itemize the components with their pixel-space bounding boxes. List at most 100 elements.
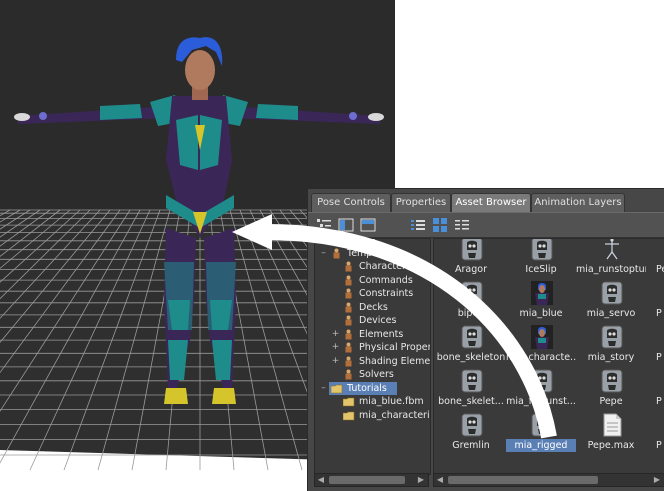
tree-list-icon[interactable] — [316, 217, 332, 233]
thumbnail-view-icon[interactable] — [432, 217, 448, 233]
tab-animation-layers[interactable]: Animation Layers — [531, 193, 625, 212]
tree-item[interactable]: – Templates — [321, 247, 430, 260]
tree-item[interactable]: Solvers — [341, 368, 430, 381]
figure-icon — [345, 369, 352, 380]
tab-properties[interactable]: Properties — [391, 193, 451, 212]
folder-icon — [343, 397, 355, 407]
tab-pose-controls[interactable]: Pose Controls — [311, 193, 391, 212]
tree-item[interactable]: + Physical Properties — [332, 341, 430, 354]
asset-label: P — [656, 440, 662, 451]
asset-label: mia_blue — [519, 308, 563, 319]
asset-label: P — [656, 352, 662, 363]
figure-icon — [345, 288, 352, 299]
asset-label: mia_characte... — [506, 352, 576, 363]
skeleton-asset-icon — [605, 239, 619, 260]
asset-grid[interactable]: Aragor IceSlip mia_runstoptur Pe biped mia_bl… — [433, 238, 664, 475]
scroll-left-icon[interactable]: ◀ — [435, 475, 445, 485]
tree-item-label: Devices — [359, 315, 397, 326]
asset-label: mia_fk_runst... — [506, 396, 576, 407]
asset-label: mia_servo — [586, 308, 636, 319]
tree-item-label: Shading Elements — [359, 355, 431, 367]
detail-view-icon[interactable] — [454, 217, 470, 233]
scroll-right-icon[interactable]: ▶ — [416, 475, 426, 485]
asset-item[interactable]: mia_rigged — [506, 411, 576, 455]
collapse-icon[interactable]: – — [319, 248, 328, 258]
scroll-left-icon[interactable]: ◀ — [316, 475, 326, 485]
tree-item-label: Constraints — [359, 288, 414, 299]
tree-item-label: Tutorials — [347, 382, 387, 394]
scroll-right-icon[interactable]: ▶ — [652, 475, 662, 485]
asset-item[interactable]: P — [646, 323, 664, 367]
asset-label: mia_runstoptur — [576, 264, 646, 275]
asset-item[interactable]: Gremlin — [436, 411, 506, 455]
tree-item-label: Characters — [359, 261, 411, 272]
asset-label: IceSlip — [525, 264, 557, 275]
asset-item[interactable]: mia_blue — [506, 279, 576, 323]
expand-icon[interactable]: + — [331, 329, 340, 339]
tree-item[interactable]: Devices — [341, 314, 430, 327]
asset-item[interactable]: IceSlip — [506, 239, 576, 279]
tree-scroll-thumb[interactable] — [329, 476, 405, 484]
character-asset-icon — [461, 413, 483, 437]
tree-item[interactable]: Lights — [329, 238, 430, 246]
figure-icon — [345, 315, 352, 326]
collapse-icon[interactable]: – — [319, 383, 328, 393]
tree-item[interactable]: Constraints — [341, 287, 430, 300]
asset-item[interactable]: P — [646, 279, 664, 323]
folder-tree[interactable]: Lights – Templates Characters Commands Constr… — [314, 238, 431, 475]
asset-item[interactable]: mia_servo — [576, 279, 646, 323]
grid-scroll-thumb[interactable] — [448, 476, 598, 484]
asset-item[interactable]: mia_fk_runst... — [506, 367, 576, 411]
tree-item-label: Lights — [347, 238, 376, 245]
character-asset-icon — [601, 325, 623, 349]
asset-item[interactable]: bone_skelet... — [436, 367, 506, 411]
asset-label: P — [656, 308, 662, 319]
tree-item[interactable]: + Shading Elements — [332, 355, 431, 368]
asset-item[interactable]: Pe — [646, 239, 664, 279]
tree-item-label: Decks — [359, 301, 388, 313]
asset-browser-panel: Pose Controls Properties Asset Browser A… — [307, 188, 664, 491]
document-icon — [603, 413, 622, 437]
mia-thumbnail-icon — [531, 325, 553, 349]
asset-label: bone_skelet... — [438, 396, 504, 407]
tree-item[interactable]: Decks — [341, 301, 430, 314]
asset-item[interactable]: Aragor — [436, 239, 506, 279]
asset-item[interactable]: P — [646, 411, 664, 455]
character-asset-icon — [531, 413, 553, 437]
asset-label: Gremlin — [452, 440, 490, 451]
character-asset-icon — [461, 239, 483, 261]
tree-horizontal-scrollbar[interactable]: ◀ ▶ — [314, 473, 429, 487]
figure-icon — [333, 239, 340, 245]
asset-label: biped — [457, 308, 485, 319]
grid-horizontal-scrollbar[interactable]: ◀ ▶ — [433, 473, 664, 487]
asset-item[interactable]: Pepe — [576, 367, 646, 411]
asset-item[interactable]: mia_characte... — [506, 323, 576, 367]
tree-item[interactable]: Characters — [341, 260, 430, 273]
tab-asset-browser[interactable]: Asset Browser — [451, 193, 531, 212]
tree-item[interactable]: mia_blue.fbm — [341, 395, 430, 408]
tree-item[interactable]: mia_characterized — [341, 409, 430, 422]
asset-item[interactable]: bone_skeleton — [436, 323, 506, 367]
figure-icon — [345, 356, 352, 366]
tree-item[interactable]: + Elements — [332, 328, 430, 341]
tree-item-label: Elements — [359, 328, 404, 340]
asset-item[interactable]: P — [646, 367, 664, 411]
asset-label: Pe — [656, 264, 664, 275]
folder-icon — [331, 384, 343, 393]
list-view-icon[interactable] — [410, 217, 426, 233]
asset-item[interactable]: biped — [436, 279, 506, 323]
asset-item[interactable]: mia_story — [576, 323, 646, 367]
panel-tabs: Pose Controls Properties Asset Browser A… — [308, 193, 664, 212]
asset-item[interactable]: mia_runstoptur — [576, 239, 646, 279]
asset-item[interactable]: Pepe.max — [576, 411, 646, 455]
expand-icon[interactable]: + — [331, 343, 340, 352]
character-asset-icon — [601, 281, 623, 305]
figure-icon — [345, 261, 352, 272]
panel-view-icon[interactable] — [360, 217, 376, 233]
tree-item[interactable]: Commands — [341, 274, 430, 287]
figure-icon — [345, 302, 352, 312]
tree-item[interactable]: – Tutorials — [321, 381, 397, 395]
tree-item-label: Solvers — [359, 369, 394, 380]
split-view-icon[interactable] — [338, 217, 354, 233]
expand-icon[interactable]: + — [331, 356, 340, 366]
